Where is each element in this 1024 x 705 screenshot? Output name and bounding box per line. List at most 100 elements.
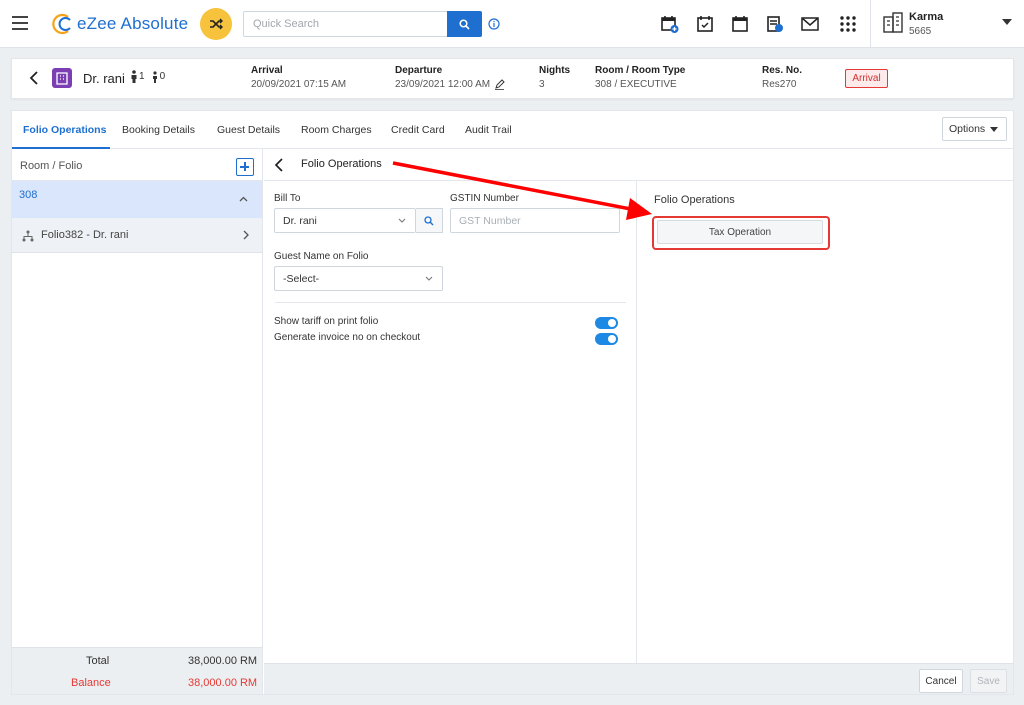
save-button[interactable]: Save xyxy=(970,669,1007,693)
room-field: Room / Room Type 308 / EXECUTIVE xyxy=(595,65,685,90)
logo-icon xyxy=(52,13,71,35)
bill-to-value: Dr. rani xyxy=(283,215,317,227)
user-code: 5665 xyxy=(909,26,932,37)
chevron-down-icon xyxy=(425,276,433,281)
quick-search-input[interactable] xyxy=(243,11,447,37)
show-tariff-label: Show tariff on print folio xyxy=(274,316,379,327)
operations-title: Folio Operations xyxy=(301,158,382,170)
mail-icon[interactable] xyxy=(800,14,820,34)
bill-to-select[interactable]: Dr. rani xyxy=(274,208,416,233)
balance-label: Balance xyxy=(71,677,111,689)
room-value: 308 / EXECUTIVE xyxy=(595,79,677,90)
departure-value: 23/09/2021 12:00 AM xyxy=(395,79,491,90)
cancel-button[interactable]: Cancel xyxy=(919,669,963,693)
shuffle-icon xyxy=(210,18,223,30)
options-caret-icon xyxy=(990,127,998,132)
top-separator xyxy=(870,0,871,48)
total-label: Total xyxy=(86,655,110,667)
folio-tree-icon xyxy=(22,230,34,242)
pax-count: 1 0 xyxy=(130,70,165,83)
balance-value: 38,000.00 RM xyxy=(188,677,258,689)
adult-icon xyxy=(131,70,137,83)
apps-grid-icon[interactable] xyxy=(838,14,858,34)
room-group-row[interactable]: 308 xyxy=(12,181,262,218)
info-icon[interactable] xyxy=(488,18,500,30)
top-bar: eZee Absolute Quick Search Karma 5665 xyxy=(0,0,1024,48)
reservation-summary: Dr. rani 1 0 Arrival 20/09/2021 07:15 AM… xyxy=(11,58,1014,99)
adult-count: 1 xyxy=(139,71,145,82)
menu-icon[interactable] xyxy=(12,16,28,30)
generate-invoice-toggle[interactable] xyxy=(595,333,618,345)
search-button[interactable] xyxy=(447,11,482,37)
calendar-check-icon[interactable] xyxy=(695,14,715,34)
resno-label: Res. No. xyxy=(762,65,803,76)
app-logo[interactable]: eZee Absolute xyxy=(52,12,188,36)
user-name[interactable]: Karma xyxy=(909,11,943,23)
operations-form: Bill To Dr. rani GSTIN Number Guest Name… xyxy=(264,181,637,663)
nights-field: Nights 3 xyxy=(539,65,570,90)
action-footer: Cancel Save xyxy=(264,663,1013,694)
bill-to-label: Bill To xyxy=(274,193,301,204)
show-tariff-toggle[interactable] xyxy=(595,317,618,329)
gstin-label: GSTIN Number xyxy=(450,193,519,204)
guest-name: Dr. rani xyxy=(83,71,125,86)
edit-pencil-icon[interactable] xyxy=(494,79,505,90)
bill-to-search-button[interactable] xyxy=(416,208,443,233)
tab-credit-card[interactable]: Credit Card xyxy=(391,124,445,136)
back-arrow-icon[interactable] xyxy=(28,71,40,85)
guest-name-select-value: -Select- xyxy=(283,273,320,285)
departure-row: 23/09/2021 12:00 AM xyxy=(395,79,505,90)
guest-avatar-icon xyxy=(52,68,72,88)
tax-operation-button[interactable]: Tax Operation xyxy=(657,220,823,244)
options-label: Options xyxy=(949,123,986,135)
resno-field: Res. No. Res270 xyxy=(762,65,802,90)
add-folio-button[interactable] xyxy=(236,158,254,176)
folio-row[interactable]: Folio382 - Dr. rani xyxy=(12,218,262,253)
resno-value: Res270 xyxy=(762,79,797,90)
options-button[interactable]: Options xyxy=(942,117,1007,141)
child-icon xyxy=(152,71,157,83)
tab-booking-details[interactable]: Booking Details xyxy=(122,124,195,136)
search-icon xyxy=(424,215,434,225)
generate-invoice-label: Generate invoice no on checkout xyxy=(274,332,421,343)
new-reservation-icon[interactable] xyxy=(660,14,680,34)
search-icon xyxy=(459,18,470,30)
folio-list-panel: Room / Folio 308 Folio382 - Dr. rani Tot… xyxy=(12,149,263,694)
departure-field: Departure 23/09/2021 12:00 AM xyxy=(395,65,505,90)
chevron-right-icon[interactable] xyxy=(243,230,249,240)
tab-guest-details[interactable]: Guest Details xyxy=(217,124,280,136)
tab-audit-trail[interactable]: Audit Trail xyxy=(465,124,512,136)
guest-name-on-folio-label: Guest Name on Folio xyxy=(274,251,369,262)
total-value: 38,000.00 RM xyxy=(188,655,258,667)
nights-label: Nights xyxy=(539,65,571,76)
gstin-input[interactable] xyxy=(450,208,620,233)
user-dropdown-icon[interactable] xyxy=(1002,19,1012,25)
arrival-label: Arrival xyxy=(251,65,283,76)
tab-bar: Folio Operations Booking Details Guest D… xyxy=(12,111,1013,149)
shuffle-button[interactable] xyxy=(200,8,232,40)
status-badge: Arrival xyxy=(845,69,888,88)
folio-label: Folio382 - Dr. rani xyxy=(41,229,129,241)
tab-room-charges[interactable]: Room Charges xyxy=(301,124,372,136)
nights-value: 3 xyxy=(539,79,545,90)
operations-header: Folio Operations xyxy=(264,149,1013,181)
calendar-icon[interactable] xyxy=(730,14,750,34)
room-number: 308 xyxy=(19,189,38,201)
folio-operations-panel: Folio Operations Tax Operation xyxy=(638,181,1013,663)
chevron-up-icon[interactable] xyxy=(239,196,248,202)
departure-label: Departure xyxy=(395,65,443,76)
tab-folio-operations[interactable]: Folio Operations xyxy=(23,124,106,136)
folio-operations-title: Folio Operations xyxy=(654,194,735,206)
app-name: eZee Absolute xyxy=(77,14,189,33)
main-card: Folio Operations Booking Details Guest D… xyxy=(11,110,1014,695)
room-label: Room / Room Type xyxy=(595,65,686,76)
back-chevron-icon[interactable] xyxy=(274,158,284,172)
arrival-field: Arrival 20/09/2021 07:15 AM xyxy=(251,65,346,90)
hotel-icon xyxy=(883,12,903,33)
billing-icon[interactable] xyxy=(765,14,785,34)
folio-list-header: Room / Folio xyxy=(12,149,262,181)
folio-totals: Total 38,000.00 RM Balance 38,000.00 RM xyxy=(12,647,262,694)
guest-name-select[interactable]: -Select- xyxy=(274,266,443,291)
chevron-down-icon xyxy=(398,218,406,223)
arrival-value: 20/09/2021 07:15 AM xyxy=(251,79,347,90)
